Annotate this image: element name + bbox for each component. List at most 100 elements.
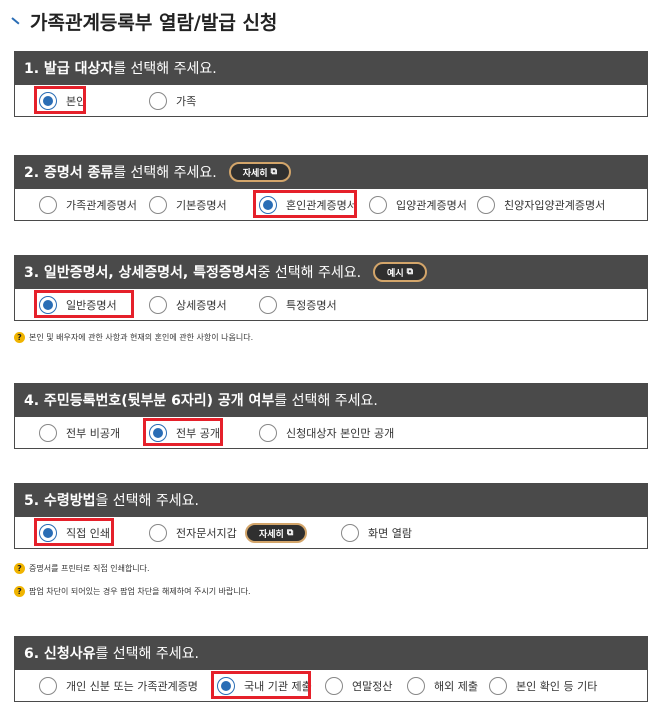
- title-accent-icon: [10, 14, 24, 28]
- radio-option-other[interactable]: 본인 확인 등 기타: [489, 670, 597, 701]
- info-note: ? 팝업 차단이 되어있는 경우 팝업 차단을 해제하여 주시기 바랍니다.: [14, 586, 251, 597]
- radio-button-selected[interactable]: [259, 195, 277, 214]
- section-title-rest: 중 선택해 주세요.: [257, 265, 362, 281]
- option-label: 본인: [66, 94, 87, 108]
- option-label: 가족: [176, 94, 197, 108]
- radio-button[interactable]: [407, 676, 425, 695]
- section-options: 개인 신분 또는 가족관계증명 국내 기관 제출 연말정산 해외 제출 본인 확…: [14, 670, 648, 702]
- radio-option-overseas[interactable]: 해외 제출: [407, 670, 478, 701]
- section-options: 직접 인쇄 전자문서지갑 자세히 ⧉ 화면 열람: [14, 517, 648, 549]
- radio-button[interactable]: [369, 195, 387, 214]
- radio-button-selected[interactable]: [39, 523, 57, 542]
- page-title-text: 가족관계등록부 열람/발급 신청: [30, 11, 278, 34]
- section-options: 일반증명서 상세증명서 특정증명서: [14, 289, 648, 321]
- option-label: 본인 확인 등 기타: [516, 679, 598, 693]
- radio-option-full-adoption[interactable]: 친양자입양관계증명서: [477, 189, 605, 220]
- section-header: 5. 수령방법 을 선택해 주세요.: [14, 483, 648, 517]
- option-label: 국내 기관 제출: [244, 679, 312, 693]
- option-label: 친양자입양관계증명서: [504, 198, 606, 212]
- radio-option-basic[interactable]: 기본증명서: [149, 189, 227, 220]
- page-title: 가족관계등록부 열람/발급 신청: [10, 8, 277, 34]
- option-label: 신청대상자 본인만 공개: [286, 426, 395, 440]
- radio-option-detailed[interactable]: 상세증명서: [149, 289, 227, 320]
- radio-button[interactable]: [149, 91, 167, 110]
- option-label: 연말정산: [352, 679, 393, 693]
- radio-button[interactable]: [39, 423, 57, 442]
- external-link-icon: ⧉: [406, 267, 414, 277]
- option-label: 화면 열람: [368, 526, 412, 540]
- detail-button-label: 자세히: [242, 168, 268, 179]
- option-label: 전자문서지갑: [176, 526, 237, 540]
- radio-option-self[interactable]: 본인: [39, 85, 86, 116]
- section-title-strong: 6. 신청사유: [24, 646, 96, 662]
- section-title-rest: 를 선택해 주세요.: [113, 165, 217, 181]
- section-options: 전부 비공개 전부 공개 신청대상자 본인만 공개: [14, 417, 648, 449]
- radio-button-selected[interactable]: [39, 295, 57, 314]
- radio-option-adoption[interactable]: 입양관계증명서: [369, 189, 467, 220]
- radio-button[interactable]: [259, 295, 277, 314]
- radio-option-specific[interactable]: 특정증명서: [259, 289, 337, 320]
- section-resident-number: 4. 주민등록번호(뒷부분 6자리) 공개 여부 를 선택해 주세요. 전부 비…: [14, 383, 648, 449]
- radio-button[interactable]: [149, 523, 167, 542]
- radio-button[interactable]: [39, 676, 57, 695]
- example-button-label: 예시: [387, 268, 404, 279]
- section-header: 6. 신청사유 를 선택해 주세요.: [14, 636, 648, 670]
- radio-button[interactable]: [477, 195, 495, 214]
- radio-option-family[interactable]: 가족: [149, 85, 196, 116]
- option-label: 일반증명서: [66, 298, 117, 312]
- radio-button[interactable]: [149, 195, 167, 214]
- option-label: 입양관계증명서: [396, 198, 467, 212]
- section-header: 2. 증명서 종류 를 선택해 주세요. 자세히 ⧉: [14, 155, 648, 189]
- radio-button[interactable]: [489, 676, 507, 695]
- info-note: ? 본인 및 배우자에 관한 사항과 현재의 혼인에 관한 사항이 나옵니다.: [14, 332, 253, 343]
- option-label: 혼인관계증명서: [286, 198, 357, 212]
- radio-option-direct-print[interactable]: 직접 인쇄: [39, 517, 110, 548]
- section-certificate-detail: 3. 일반증명서, 상세증명서, 특정증명서 중 선택해 주세요. 예시 ⧉ 일…: [14, 255, 648, 321]
- option-label: 직접 인쇄: [66, 526, 110, 540]
- radio-option-general[interactable]: 일반증명서: [39, 289, 117, 320]
- section-title-strong: 3. 일반증명서, 상세증명서, 특정증명서: [24, 265, 258, 281]
- radio-button[interactable]: [325, 676, 343, 695]
- question-icon: ?: [14, 563, 25, 574]
- external-link-icon: ⧉: [286, 528, 294, 538]
- radio-button-selected[interactable]: [217, 676, 235, 695]
- section-options: 가족관계증명서 기본증명서 혼인관계증명서 입양관계증명서 친양자입양관계증명서: [14, 189, 648, 221]
- radio-button-selected[interactable]: [149, 423, 167, 442]
- section-options: 본인 가족: [14, 85, 648, 117]
- option-label: 상세증명서: [176, 298, 227, 312]
- section-title-rest: 를 선택해 주세요.: [113, 61, 217, 77]
- detail-button[interactable]: 자세히 ⧉: [245, 523, 308, 543]
- radio-option-self-only-public[interactable]: 신청대상자 본인만 공개: [259, 417, 394, 448]
- radio-option-identity-family[interactable]: 개인 신분 또는 가족관계증명: [39, 670, 198, 701]
- radio-option-family-relation[interactable]: 가족관계증명서: [39, 189, 137, 220]
- radio-option-domestic-agency[interactable]: 국내 기관 제출: [217, 670, 312, 701]
- radio-button[interactable]: [341, 523, 359, 542]
- radio-option-all-public[interactable]: 전부 공개: [149, 417, 220, 448]
- section-title-strong: 1. 발급 대상자: [24, 61, 114, 77]
- radio-button[interactable]: [259, 423, 277, 442]
- detail-button[interactable]: 자세히 ⧉: [228, 162, 292, 182]
- section-target: 1. 발급 대상자 를 선택해 주세요. 본인 가족: [14, 51, 648, 117]
- radio-option-marriage[interactable]: 혼인관계증명서: [259, 189, 357, 220]
- radio-button-selected[interactable]: [39, 91, 57, 110]
- radio-option-e-wallet[interactable]: 전자문서지갑: [149, 517, 237, 548]
- radio-button[interactable]: [39, 195, 57, 214]
- radio-option-all-private[interactable]: 전부 비공개: [39, 417, 120, 448]
- radio-option-screen-view[interactable]: 화면 열람: [341, 517, 412, 548]
- radio-option-year-end-tax[interactable]: 연말정산: [325, 670, 392, 701]
- option-label: 가족관계증명서: [66, 198, 137, 212]
- option-label: 전부 비공개: [66, 426, 121, 440]
- option-label: 해외 제출: [434, 679, 478, 693]
- option-label: 전부 공개: [176, 426, 220, 440]
- section-title-strong: 2. 증명서 종류: [24, 165, 114, 181]
- section-title-rest: 을 선택해 주세요.: [95, 493, 199, 509]
- section-request-reason: 6. 신청사유 를 선택해 주세요. 개인 신분 또는 가족관계증명 국내 기관…: [14, 636, 648, 702]
- section-header: 3. 일반증명서, 상세증명서, 특정증명서 중 선택해 주세요. 예시 ⧉: [14, 255, 648, 289]
- example-button[interactable]: 예시 ⧉: [373, 262, 428, 282]
- info-note-text: 팝업 차단이 되어있는 경우 팝업 차단을 해제하여 주시기 바랍니다.: [29, 587, 251, 596]
- radio-button[interactable]: [149, 295, 167, 314]
- detail-button-label: 자세히: [259, 529, 284, 540]
- section-title-rest: 를 선택해 주세요.: [95, 646, 199, 662]
- option-label: 개인 신분 또는 가족관계증명: [66, 679, 198, 693]
- section-title-strong: 5. 수령방법: [24, 493, 96, 509]
